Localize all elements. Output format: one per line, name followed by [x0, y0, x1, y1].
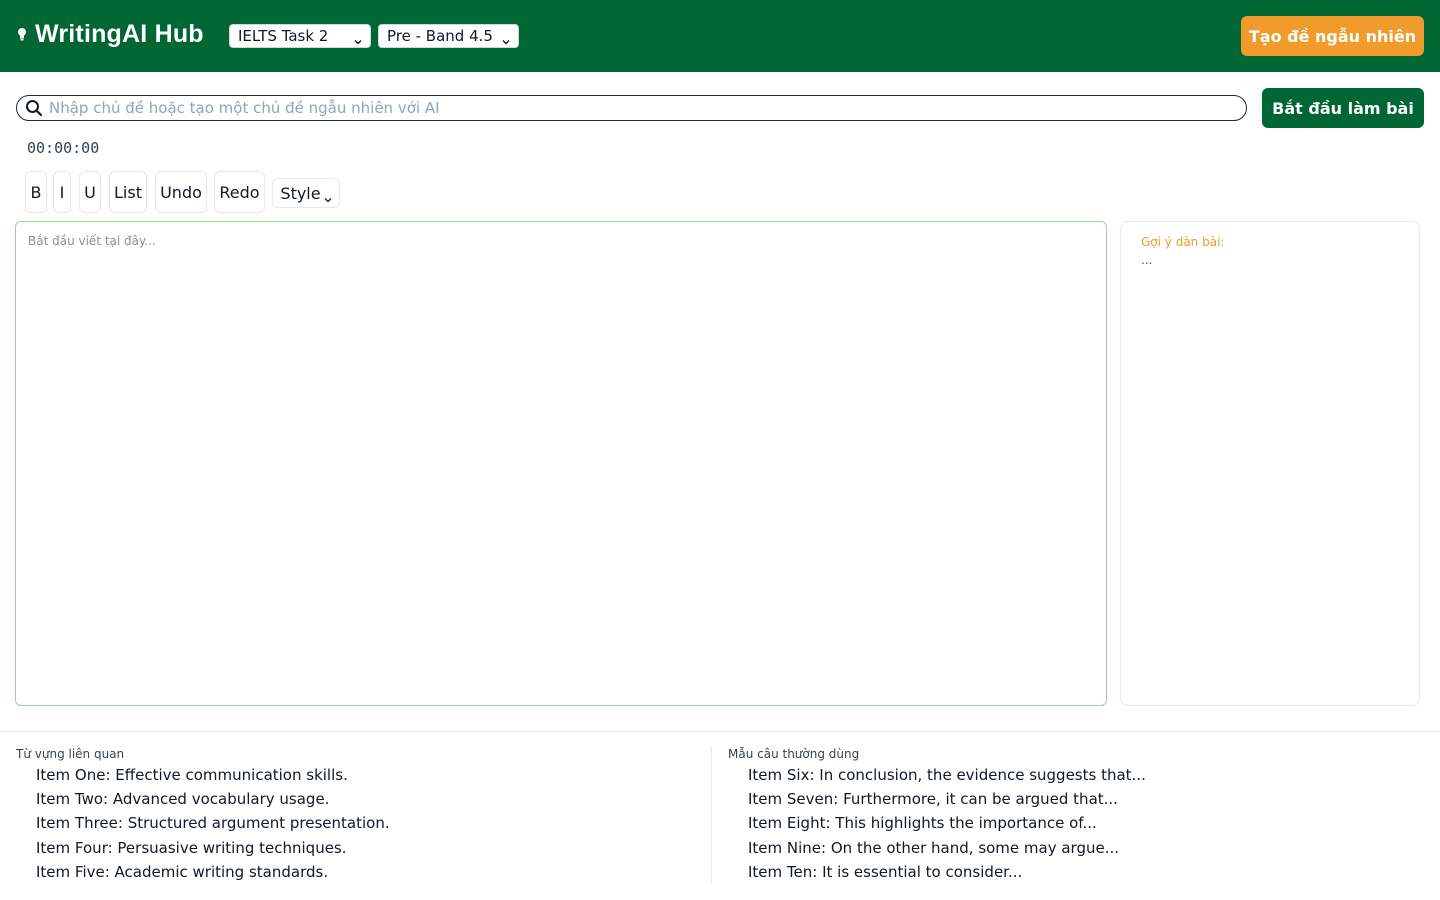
vocabulary-heading: Từ vựng liên quan: [16, 747, 125, 761]
list-item: Item Two: Advanced vocabulary usage.: [36, 790, 330, 809]
underline-button[interactable]: U: [79, 171, 101, 213]
section-divider: [0, 731, 1440, 732]
timer: 00:00:00: [27, 139, 100, 157]
list-item: Item Eight: This highlights the importan…: [748, 814, 1097, 833]
chevron-down-icon: [324, 189, 332, 203]
task-type-value: IELTS Task 2: [238, 27, 329, 45]
list-item: Item Three: Structured argument presenta…: [36, 814, 390, 833]
column-divider: [711, 747, 712, 884]
brand-name: WritingAI Hub: [35, 20, 204, 48]
phrases-section: Mẫu câu thường dùng Item Six: In conclus…: [728, 747, 1408, 884]
vocabulary-section: Từ vựng liên quan Item One: Effective co…: [16, 747, 696, 884]
chevron-down-icon: [502, 32, 510, 45]
italic-button[interactable]: I: [53, 171, 71, 213]
band-level-value: Pre - Band 4.5: [387, 27, 493, 45]
brand[interactable]: WritingAI Hub: [16, 20, 204, 49]
search-icon: [25, 99, 43, 117]
hints-body: ...: [1141, 253, 1153, 267]
list-item: Item Six: In conclusion, the evidence su…: [748, 766, 1146, 784]
phrases-heading: Mẫu câu thường dùng: [728, 747, 860, 761]
start-writing-button[interactable]: Bắt đầu làm bài: [1262, 88, 1424, 128]
undo-button[interactable]: Undo: [155, 171, 207, 213]
essay-editor[interactable]: Bắt đầu viết tại đây...: [15, 221, 1107, 706]
chevron-down-icon: [354, 32, 362, 45]
list-item: Item Seven: Furthermore, it can be argue…: [748, 790, 1118, 809]
topic-search-input[interactable]: [49, 99, 1229, 117]
style-label: Style: [280, 183, 321, 203]
band-level-select[interactable]: Pre - Band 4.5: [378, 24, 519, 48]
outline-hints-panel: Gợi ý dàn bài: ...: [1120, 221, 1420, 706]
top-bar: WritingAI Hub IELTS Task 2 Pre - Band 4.…: [0, 0, 1440, 72]
list-item: Item Nine: On the other hand, some may a…: [748, 838, 1120, 857]
list-button[interactable]: List: [109, 171, 147, 213]
list-item: Item Ten: It is essential to consider...: [748, 862, 1023, 881]
vocabulary-list: Item One: Effective communication skills…: [16, 763, 696, 884]
hints-title: Gợi ý dàn bài:: [1141, 235, 1225, 249]
editor-placeholder: Bắt đầu viết tại đây...: [28, 234, 156, 248]
style-dropdown[interactable]: Style: [272, 178, 340, 208]
random-topic-button[interactable]: Tạo đề ngẫu nhiên: [1241, 16, 1424, 56]
phrases-list: Item Six: In conclusion, the evidence su…: [728, 763, 1408, 884]
list-item: Item Five: Academic writing standards.: [36, 862, 329, 881]
task-type-select[interactable]: IELTS Task 2: [229, 24, 371, 48]
list-item: Item Four: Persuasive writing techniques…: [36, 838, 347, 857]
redo-button[interactable]: Redo: [214, 171, 265, 213]
bold-button[interactable]: B: [25, 171, 47, 213]
topic-search-bar[interactable]: [16, 95, 1247, 121]
lightbulb-icon: [16, 27, 28, 43]
list-item: Item One: Effective communication skills…: [36, 766, 348, 784]
